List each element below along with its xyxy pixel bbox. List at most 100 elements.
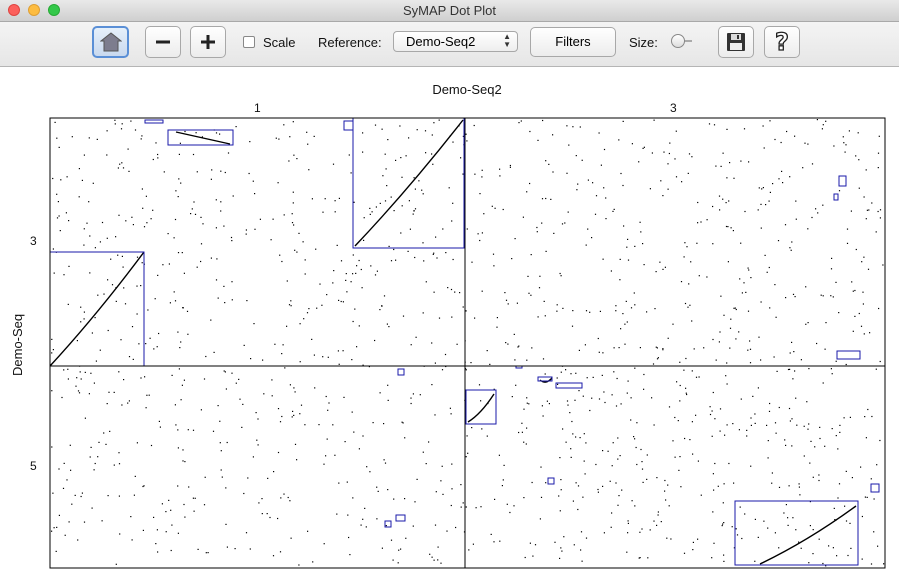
hit-dot <box>390 196 392 198</box>
hit-dot <box>610 526 612 528</box>
hit-dot <box>782 182 784 184</box>
hit-dot <box>121 255 123 257</box>
hit-dot <box>433 291 435 293</box>
hit-dot <box>486 350 488 352</box>
hit-dot <box>58 514 60 516</box>
hit-dot <box>850 210 852 212</box>
hit-dot <box>345 273 347 275</box>
hit-dot <box>224 302 226 304</box>
hit-dot <box>659 261 661 263</box>
hit-dot <box>131 216 133 218</box>
hit-dot <box>522 216 524 218</box>
hit-dot <box>182 307 184 309</box>
hit-dot <box>767 457 769 459</box>
hit-dot <box>788 407 791 410</box>
size-slider-knob[interactable] <box>671 34 685 48</box>
hit-dot <box>757 209 759 211</box>
hit-dot <box>437 559 439 561</box>
hit-dot <box>794 296 796 298</box>
hit-dot <box>557 383 559 385</box>
hit-dot <box>600 164 602 166</box>
hit-dot <box>811 163 814 165</box>
hit-dot <box>520 120 522 122</box>
hit-dot <box>473 124 475 127</box>
hit-dot <box>749 362 752 364</box>
hit-dot <box>825 120 827 122</box>
hit-dot <box>140 138 142 140</box>
hit-dot <box>200 216 202 218</box>
filters-button[interactable]: Filters <box>530 27 616 57</box>
hit-dot <box>775 432 777 434</box>
hit-dot <box>873 498 875 500</box>
hit-dot <box>158 420 160 422</box>
hit-dot <box>849 416 851 418</box>
help-button[interactable]: ? <box>764 26 800 58</box>
hit-dot <box>434 524 437 526</box>
window-titlebar: SyMAP Dot Plot <box>0 0 899 22</box>
hit-dot <box>646 311 648 313</box>
hit-dot <box>481 169 483 171</box>
hit-dot <box>773 356 775 358</box>
hit-dot <box>416 478 418 480</box>
hit-dot <box>252 456 254 458</box>
hit-dot <box>360 268 362 271</box>
hit-dot <box>866 209 868 211</box>
hit-dot <box>177 196 179 198</box>
hit-dot <box>184 516 186 518</box>
hit-dot <box>534 544 537 546</box>
hit-dot <box>865 437 867 439</box>
hit-dot <box>807 143 809 145</box>
hit-dot <box>180 399 182 401</box>
hit-dot <box>697 222 699 224</box>
hit-dot <box>468 549 470 551</box>
zoom-in-button[interactable] <box>190 26 226 58</box>
hit-dot <box>106 403 108 405</box>
hit-dot <box>819 437 821 440</box>
save-button[interactable] <box>718 26 754 58</box>
hit-dot <box>602 450 604 452</box>
hit-dot <box>852 290 854 292</box>
hit-dot <box>539 518 541 520</box>
hit-dot <box>433 559 435 561</box>
hit-dot <box>623 225 625 227</box>
home-button[interactable] <box>92 26 129 58</box>
hit-dot <box>876 464 878 466</box>
synteny-line <box>354 119 464 247</box>
close-window-button[interactable] <box>8 4 20 16</box>
hit-dot <box>75 385 77 387</box>
hit-dot <box>795 218 797 220</box>
hit-dot <box>213 351 215 353</box>
hit-dot <box>372 422 374 424</box>
zoom-window-button[interactable] <box>48 4 60 16</box>
hit-dot <box>352 254 354 256</box>
hit-dot <box>66 176 68 178</box>
hit-dot <box>816 119 818 121</box>
hit-dot <box>442 228 444 230</box>
hit-dot <box>587 228 589 230</box>
hit-dot <box>271 395 273 397</box>
zoom-out-button[interactable] <box>145 26 181 58</box>
hit-dot <box>397 562 399 564</box>
hit-dot <box>778 547 780 549</box>
minimize-window-button[interactable] <box>28 4 40 16</box>
scale-checkbox[interactable] <box>243 36 255 48</box>
hit-dot <box>404 437 406 439</box>
hit-dot <box>187 333 189 335</box>
hit-dot <box>545 197 547 200</box>
hit-dot <box>750 465 752 467</box>
reference-select[interactable]: Demo-Seq2 ▲ ▼ <box>393 31 518 52</box>
hit-dot <box>377 490 379 492</box>
hit-dot <box>775 316 777 318</box>
hit-dot <box>560 479 562 481</box>
hit-dot <box>415 336 417 338</box>
hit-dot <box>583 433 585 435</box>
hit-dot <box>90 372 92 374</box>
hit-dot <box>749 348 752 350</box>
hit-dot <box>873 531 875 533</box>
size-slider-track[interactable] <box>684 40 692 42</box>
hit-dot <box>639 557 641 559</box>
hit-dot <box>307 530 309 532</box>
hit-dot <box>93 469 95 471</box>
hit-dot <box>843 142 845 144</box>
hit-dot <box>374 124 377 126</box>
